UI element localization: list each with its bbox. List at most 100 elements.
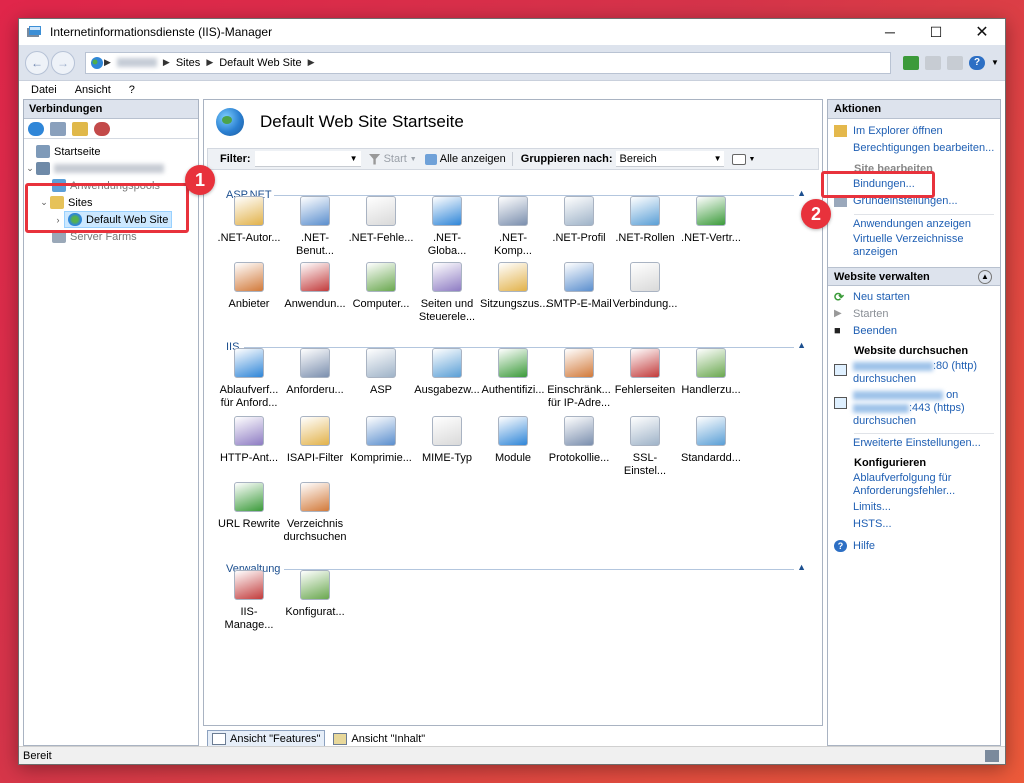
browse-https-label: :443 (https) [909, 402, 965, 414]
feature-icon [630, 262, 660, 292]
breadcrumb-default-web-site[interactable]: Default Web Site [219, 57, 301, 69]
collapse-iis-icon[interactable]: ▲ [797, 340, 806, 350]
globe-icon [216, 108, 244, 136]
feature-label: Module [494, 452, 532, 464]
breadcrumb[interactable]: ▶ ▶ Sites ▶ Default Web Site ▶ [85, 51, 891, 74]
forward-button[interactable]: → [51, 50, 75, 75]
feature-aspnet-10[interactable]: Computer... [348, 262, 414, 311]
action-help[interactable]: ? Hilfe [828, 540, 1000, 554]
action-label: Starten [853, 308, 889, 320]
action-browse-http[interactable]: :80 (http) durchsuchen [828, 360, 1000, 386]
feature-iis-17[interactable]: Verzeichnis durchsuchen [282, 482, 348, 544]
close-button[interactable]: ✕ [959, 19, 1005, 45]
feature-aspnet-6[interactable]: .NET-Rollen [612, 196, 678, 245]
feature-iis-10[interactable]: Komprimie... [348, 416, 414, 465]
save-icon[interactable] [50, 121, 66, 136]
feature-iis-16[interactable]: URL Rewrite [216, 482, 282, 531]
feature-iis-2[interactable]: ASP [348, 348, 414, 397]
breadcrumb-sites[interactable]: Sites [176, 57, 200, 69]
feature-aspnet-8[interactable]: Anbieter [216, 262, 282, 311]
feature-aspnet-3[interactable]: .NET-Globa... [414, 196, 480, 258]
expand-arrow-icon[interactable]: ⌄ [24, 163, 36, 174]
feature-iis-11[interactable]: MIME-Typ [414, 416, 480, 465]
features-view-icon [212, 733, 226, 745]
feature-aspnet-5[interactable]: .NET-Profil [546, 196, 612, 245]
server-name-redacted [54, 164, 164, 173]
feature-iis-14[interactable]: SSL-Einstel... [612, 416, 678, 478]
view-mode-button[interactable]: ▼ [732, 153, 755, 165]
feature-aspnet-4[interactable]: .NET-Komp... [480, 196, 546, 258]
show-all-label: Alle anzeigen [439, 153, 506, 165]
feature-aspnet-9[interactable]: Anwendun... [282, 262, 348, 311]
feature-aspnet-13[interactable]: SMTP-E-Mail [546, 262, 612, 311]
filter-input[interactable]: ▼ [254, 151, 361, 167]
action-browse-https[interactable]: on:443 (https) durchsuchen [828, 389, 1000, 428]
callout-badge-2: 2 [801, 199, 831, 229]
up-folder-icon[interactable] [72, 121, 88, 136]
tab-content-label: Ansicht "Inhalt" [351, 733, 426, 745]
feature-aspnet-1[interactable]: .NET-Benut... [282, 196, 348, 258]
feature-verwaltung-1[interactable]: Konfigurat... [282, 570, 348, 619]
feature-iis-3[interactable]: Ausgabezw... [414, 348, 480, 397]
feature-label: SMTP-E-Mail [546, 298, 612, 310]
help-icon[interactable]: ? [969, 55, 985, 70]
home-icon[interactable] [947, 55, 963, 70]
action-view-apps[interactable]: Anwendungen anzeigen [828, 218, 1000, 232]
feature-aspnet-11[interactable]: Seiten und Steuerele... [414, 262, 480, 324]
maximize-button[interactable]: ☐ [913, 19, 959, 45]
collapse-aspnet-icon[interactable]: ▲ [797, 188, 806, 198]
feature-iis-13[interactable]: Protokollie... [546, 416, 612, 465]
connect-icon[interactable] [28, 121, 44, 136]
action-stop[interactable]: ■ Beenden [828, 325, 1000, 339]
feature-label: .NET-Profil [552, 232, 606, 244]
collapse-icon[interactable]: ▲ [978, 270, 992, 284]
action-explore[interactable]: Im Explorer öffnen [828, 125, 1000, 139]
feature-iis-9[interactable]: ISAPI-Filter [282, 416, 348, 465]
callout-badge-1: 1 [185, 165, 215, 195]
tree-item-startseite[interactable]: Startseite [24, 143, 198, 160]
feature-aspnet-12[interactable]: Sitzungszus... [480, 262, 548, 311]
filter-start-button[interactable]: Start ▼ [368, 153, 417, 165]
feature-iis-8[interactable]: HTTP-Ant... [216, 416, 282, 465]
stop-icon: ■ [834, 325, 841, 337]
feature-aspnet-0[interactable]: .NET-Autor... [216, 196, 282, 245]
chevron-down-icon[interactable]: ▼ [991, 58, 999, 67]
menu-datei[interactable]: Datei [31, 84, 57, 96]
feature-iis-4[interactable]: Authentifizi... [480, 348, 546, 397]
action-hsts[interactable]: HSTS... [828, 518, 1000, 532]
refresh-icon[interactable] [903, 55, 919, 70]
group-by-select[interactable]: Bereich ▼ [616, 151, 725, 167]
action-limits[interactable]: Limits... [828, 501, 1000, 515]
action-start[interactable]: ▶ Starten [828, 308, 1000, 322]
feature-aspnet-14[interactable]: Verbindung... [612, 262, 678, 311]
browse-suffix: durchsuchen [853, 415, 916, 427]
feature-iis-6[interactable]: Fehlerseiten [612, 348, 678, 397]
menu-ansicht[interactable]: Ansicht [75, 84, 111, 96]
minimize-button[interactable]: ─ [867, 19, 913, 45]
feature-verwaltung-0[interactable]: IIS-Manage... [216, 570, 282, 632]
tab-features-label: Ansicht "Features" [230, 733, 321, 745]
feature-iis-15[interactable]: Standardd... [678, 416, 744, 465]
feature-label: .NET-Autor... [217, 232, 281, 244]
back-button[interactable]: ← [25, 50, 49, 75]
feature-iis-7[interactable]: Handlerzu... [678, 348, 744, 397]
feature-aspnet-2[interactable]: .NET-Fehle... [348, 196, 414, 245]
status-bar: Bereit [19, 746, 1005, 764]
action-advanced-settings[interactable]: Erweiterte Einstellungen... [828, 437, 1000, 451]
action-permissions[interactable]: Berechtigungen bearbeiten... [828, 142, 1000, 156]
action-restart[interactable]: ⟳ Neu starten [828, 291, 1000, 305]
feature-iis-5[interactable]: Einschränk... für IP-Adre... [546, 348, 612, 410]
disconnect-icon[interactable] [94, 121, 110, 136]
action-view-vdirs[interactable]: Virtuelle Verzeichnisse anzeigen [828, 233, 1000, 259]
collapse-verwaltung-icon[interactable]: ▲ [797, 562, 806, 572]
tree-item-server[interactable]: ⌄ [24, 160, 198, 177]
menu-help[interactable]: ? [129, 84, 135, 96]
feature-iis-1[interactable]: Anforderu... [282, 348, 348, 397]
feature-aspnet-7[interactable]: .NET-Vertr... [678, 196, 744, 245]
show-all-button[interactable]: Alle anzeigen [424, 153, 506, 165]
stop-icon[interactable] [925, 55, 941, 70]
feature-label: Anbieter [228, 298, 270, 310]
action-failed-request-tracing[interactable]: Ablaufverfolgung für Anforderungsfehler.… [828, 472, 1000, 498]
feature-iis-0[interactable]: Ablaufverf... für Anford... [216, 348, 282, 410]
feature-iis-12[interactable]: Module [480, 416, 546, 465]
